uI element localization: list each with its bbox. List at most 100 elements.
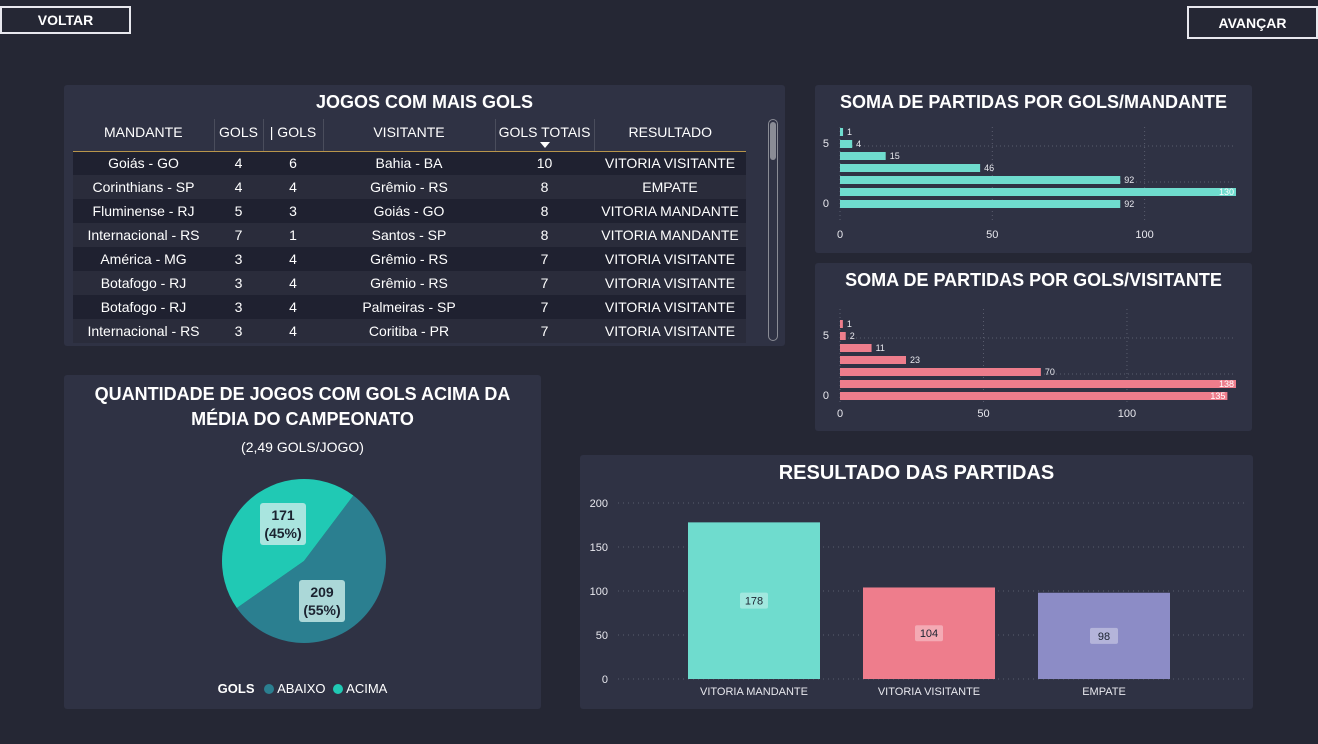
bar-goals-3: [840, 356, 906, 364]
pie-label-value: 209: [310, 584, 334, 600]
x-tick-label: 100: [1135, 229, 1153, 241]
table-cell: Botafogo - RJ: [73, 295, 214, 319]
bar-value-label: 92: [1124, 199, 1134, 209]
bar-goals-0: [840, 392, 1228, 400]
bar-value-label: 104: [920, 628, 938, 640]
y-tick-label: 0: [602, 674, 608, 686]
bar-value-label: 130: [1219, 187, 1234, 197]
table-cell: 4: [214, 175, 263, 199]
table-cell: 5: [214, 199, 263, 223]
bar-value-label: 2: [850, 331, 855, 341]
col-header-resultado[interactable]: RESULTADO: [593, 119, 746, 152]
bar-goals-4: [840, 152, 886, 160]
table-cell: 3: [263, 199, 323, 223]
col-header-gols-visitante[interactable]: | GOLS: [262, 119, 323, 152]
table-cell: Corinthians - SP: [73, 175, 214, 199]
x-tick-label: 50: [977, 408, 989, 420]
table-cell: 4: [263, 319, 323, 343]
table-cell: 3: [214, 319, 263, 343]
bar-goals-1: [840, 188, 1236, 196]
table-cell: Grêmio - RS: [323, 175, 495, 199]
goals-away-chart: 0 50 100 135 138 70 23 11 2 1 0 5: [823, 309, 1236, 420]
table-cell: 4: [214, 151, 263, 175]
col-header-mandante[interactable]: MANDANTE: [73, 119, 214, 152]
table-cell: VITORIA VISITANTE: [594, 271, 746, 295]
y-tick-label: 0: [823, 198, 829, 210]
above-average-pie-panel: QUANTIDADE DE JOGOS COM GOLS ACIMA DA MÉ…: [64, 375, 541, 709]
table-cell: 10: [495, 151, 594, 175]
table-cell: Fluminense - RJ: [73, 199, 214, 223]
table-cell: 3: [214, 271, 263, 295]
table-cell: VITORIA MANDANTE: [594, 199, 746, 223]
table-cell: 8: [495, 175, 594, 199]
table-cell: VITORIA MANDANTE: [594, 223, 746, 247]
y-tick-label: 100: [590, 586, 608, 598]
bar-goals-4: [840, 344, 872, 352]
table-cell: Goiás - GO: [323, 199, 495, 223]
table-row[interactable]: Corinthians - SP 4 4 Grêmio - RS 8 EMPATE: [73, 175, 746, 199]
pie-label-value: 171: [271, 507, 295, 523]
table-cell: Internacional - RS: [73, 319, 214, 343]
results-chart: 0 50 100 150 200 178 VITORIA MANDANTE 104 VITORI…: [590, 498, 1248, 698]
table-cell: 4: [263, 175, 323, 199]
bar-goals-1: [840, 380, 1236, 388]
pie-label-percent: (55%): [303, 602, 340, 618]
bar-goals-6: [840, 320, 843, 328]
bar-value-label: 135: [1210, 391, 1225, 401]
top-scoring-games-table: MANDANTE GOLS | GOLS VISITANTE GOLS TOTA…: [73, 119, 746, 343]
table-cell: Grêmio - RS: [323, 247, 495, 271]
table-cell: 7: [495, 271, 594, 295]
x-tick-label: 0: [837, 229, 843, 241]
bar-value-label: 11: [876, 343, 885, 353]
y-tick-label: 0: [823, 390, 829, 402]
table-row[interactable]: Botafogo - RJ 3 4 Palmeiras - SP 7 VITORIA VI…: [73, 295, 746, 319]
table-cell: Botafogo - RJ: [73, 271, 214, 295]
next-button[interactable]: AVANÇAR: [1187, 6, 1318, 39]
bar-goals-6: [840, 128, 844, 136]
back-button[interactable]: VOLTAR: [0, 6, 131, 34]
table-scrollbar-thumb[interactable]: [770, 122, 776, 160]
bar-value-label: 178: [745, 596, 763, 608]
col-header-visitante[interactable]: VISITANTE: [322, 119, 495, 152]
y-tick-label: 200: [590, 498, 608, 510]
y-tick-label: 150: [590, 542, 608, 554]
legend-item-abaixo[interactable]: ABAIXO: [264, 681, 326, 696]
bar-value-label: 23: [910, 355, 920, 365]
col-header-gols-totais-label: GOLS TOTAIS: [498, 124, 591, 140]
legend-item-acima[interactable]: ACIMA: [333, 681, 387, 696]
pie-chart: 209 (55%) 171 (45%): [221, 478, 386, 643]
x-tick-label: 50: [986, 229, 998, 241]
table-row[interactable]: Fluminense - RJ 5 3 Goiás - GO 8 VITORIA MAND…: [73, 199, 746, 223]
pie-label-percent: (45%): [264, 525, 301, 541]
table-row[interactable]: Botafogo - RJ 3 4 Grêmio - RS 7 VITORIA VISIT…: [73, 271, 746, 295]
bar-value-label: 92: [1124, 175, 1134, 185]
table-cell: VITORIA VISITANTE: [594, 151, 746, 175]
pie-data-label-acima: 171 (45%): [260, 503, 306, 545]
table-cell: 8: [495, 223, 594, 247]
table-cell: Grêmio - RS: [323, 271, 495, 295]
table-scrollbar[interactable]: [768, 119, 778, 341]
legend-dot-acima: [333, 684, 344, 694]
top-scoring-games-panel: JOGOS COM MAIS GOLS MANDANTE GOLS | GOLS…: [64, 85, 785, 346]
table-cell: 7: [495, 295, 594, 319]
table-cell: 4: [263, 295, 323, 319]
table-cell: Goiás - GO: [73, 151, 214, 175]
table-row[interactable]: Internacional - RS 3 4 Coritiba - PR 7 VITORI…: [73, 319, 746, 343]
table-row[interactable]: América - MG 3 4 Grêmio - RS 7 VITORIA VISITA…: [73, 247, 746, 271]
x-tick-label: 0: [837, 408, 843, 420]
table-cell: América - MG: [73, 247, 214, 271]
table-cell: VITORIA VISITANTE: [594, 247, 746, 271]
bar-goals-3: [840, 164, 981, 172]
table-cell: 8: [495, 199, 594, 223]
table-row[interactable]: Internacional - RS 7 1 Santos - SP 8 VITORIA …: [73, 223, 746, 247]
bar-value-label: 4: [856, 139, 861, 149]
bar-value-label: 1: [847, 319, 852, 329]
x-tick-label: VITORIA VISITANTE: [878, 686, 980, 698]
table-row[interactable]: Goiás - GO 4 6 Bahia - BA 10 VITORIA VISITANT…: [73, 151, 746, 175]
pie-data-label-abaixo: 209 (55%): [299, 580, 345, 622]
col-header-gols-mandante[interactable]: GOLS: [213, 119, 263, 152]
table-cell: Bahia - BA: [323, 151, 495, 175]
table-cell: Palmeiras - SP: [323, 295, 495, 319]
col-header-gols-totais[interactable]: GOLS TOTAIS: [494, 119, 594, 152]
goals-away-panel: SOMA DE PARTIDAS POR GOLS/VISITANTE 0 50 1…: [815, 263, 1252, 431]
